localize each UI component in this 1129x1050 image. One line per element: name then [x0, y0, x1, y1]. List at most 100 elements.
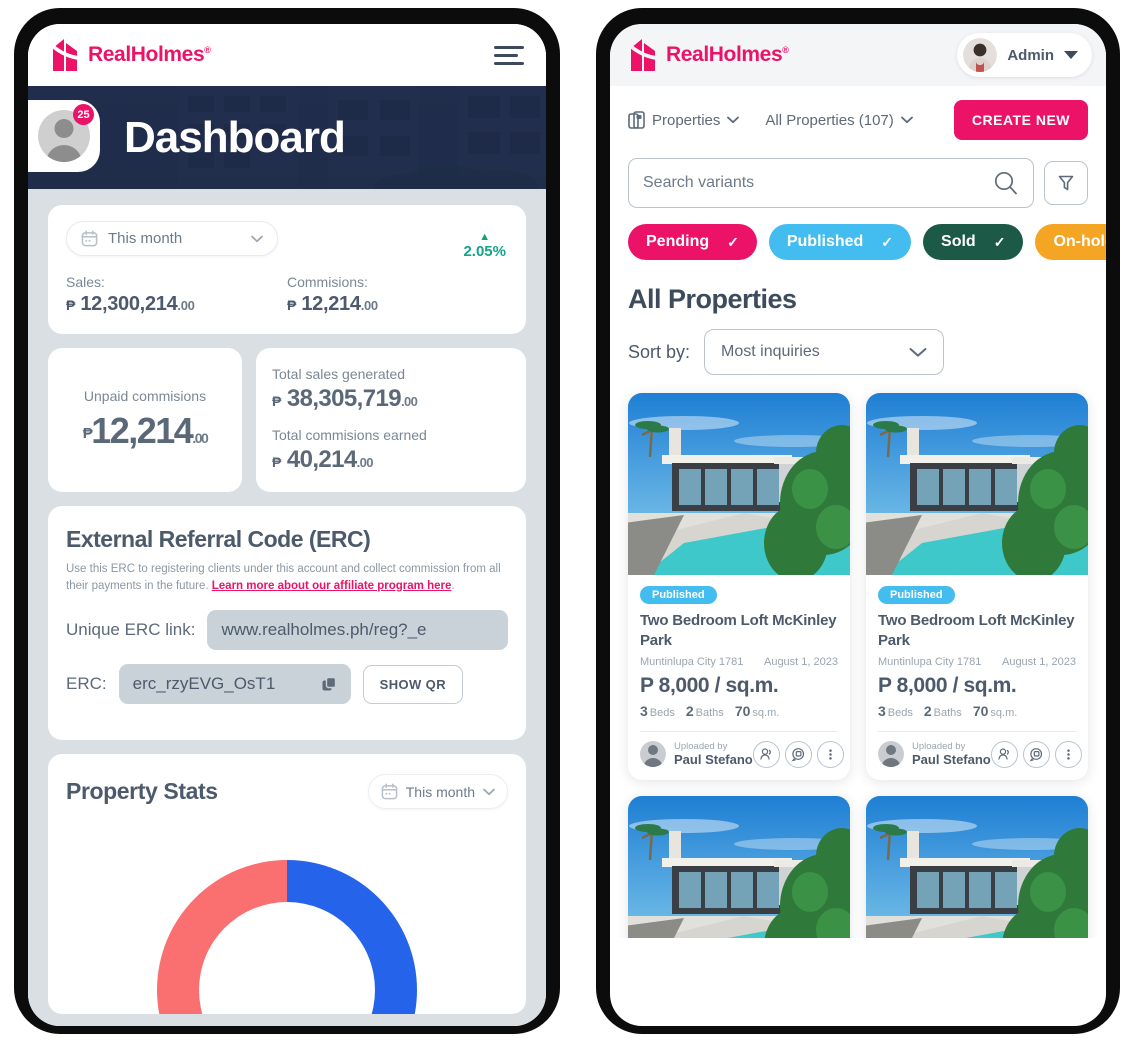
building-icon: [628, 111, 645, 129]
chip-pending[interactable]: Pending ✓: [628, 224, 757, 260]
property-location: Muntinlupa City 1781: [640, 655, 744, 668]
property-cards-grid: Published Two Bedroom Loft McKinley Park…: [628, 393, 1088, 938]
property-stats-donut-chart: [137, 840, 437, 1015]
filter-button[interactable]: [1044, 161, 1088, 205]
chevron-down-icon: [483, 788, 495, 795]
sort-label: Sort by:: [628, 341, 691, 362]
property-stats-header: Property Stats This month: [66, 774, 508, 810]
chip-sold[interactable]: Sold ✓: [923, 224, 1024, 260]
property-card[interactable]: Published Two Bedroom Loft McKinley Park…: [628, 393, 850, 781]
summary-cards-row: Unpaid commisions ₱12,214.00 Total sales…: [48, 348, 526, 492]
nav-properties-label: Properties: [652, 111, 721, 129]
chip-on-hold-label: On-hold: [1053, 233, 1106, 250]
brand-logo-left[interactable]: RealHolmes®: [50, 38, 211, 72]
property-card[interactable]: Published Two Bedroom Loft McKinley Park…: [866, 393, 1088, 781]
chip-published-label: Published: [786, 233, 864, 250]
chevron-down-icon: [909, 347, 927, 357]
kpi-sales-number: 12,300,214: [80, 293, 178, 315]
unpaid-value: ₱12,214.00: [64, 410, 226, 452]
user-menu[interactable]: Admin: [957, 33, 1092, 77]
property-price: P 8,000 / sq.m.: [878, 673, 1017, 697]
sales-summary-card: This month ▲ 2.05% Sales: ₱ 12,300,214.0…: [48, 205, 526, 334]
property-stats-period-select[interactable]: This month: [367, 774, 508, 810]
property-date: August 1, 2023: [1001, 655, 1076, 668]
spec-area: 70 sq.m.: [972, 702, 1018, 719]
property-card-footer: Uploaded by Paul Stefano: [640, 730, 844, 769]
search-box[interactable]: [628, 158, 1034, 208]
dashboard-hero: 25 Dashboard: [28, 86, 546, 189]
property-card-footer: Uploaded by Paul Stefano: [878, 730, 1082, 769]
uploader-avatar: [640, 741, 666, 768]
spec-beds: 3 Beds: [640, 702, 675, 719]
total-commissions-value: ₱ 40,214.00: [272, 446, 510, 474]
kpi-commissions-label: Commisions:: [287, 274, 368, 290]
trend-arrow-icon: ▲: [479, 231, 491, 243]
sales-kpi-row: Sales: ₱ 12,300,214.00 Commisions: ₱ 12,…: [66, 274, 508, 316]
copy-icon[interactable]: [321, 676, 337, 692]
status-filter-chips: Pending ✓ Published ✓ Sold ✓ On-hold ✓: [610, 224, 1106, 278]
property-stats-title: Property Stats: [66, 778, 218, 805]
profile-avatar-tile[interactable]: 25: [28, 100, 100, 172]
property-photo[interactable]: [866, 796, 1088, 938]
create-new-button[interactable]: CREATE NEW: [953, 100, 1088, 140]
show-qr-button[interactable]: SHOW QR: [362, 664, 463, 704]
erc-description: Use this ERC to registering clients unde…: [66, 561, 508, 594]
erc-link-field[interactable]: www.realholmes.ph/reg?_e: [207, 610, 508, 651]
properties-nav: Properties All Properties (107) CREATE N…: [610, 86, 1106, 152]
properties-main: All Properties Sort by: Most inquiries P…: [610, 278, 1106, 938]
card-actions: [990, 740, 1082, 768]
chat-glyph: [791, 748, 804, 762]
total-sales-decimals: .00: [400, 394, 418, 409]
property-photo[interactable]: [628, 796, 850, 938]
users-icon[interactable]: [990, 740, 1018, 768]
brand-logo-right[interactable]: RealHolmes®: [628, 38, 789, 72]
search-input[interactable]: [643, 174, 993, 192]
chip-on-hold[interactable]: On-hold ✓: [1035, 224, 1106, 260]
villa-photo-image: [866, 393, 1088, 575]
hamburger-icon[interactable]: [494, 45, 524, 65]
sort-row: Sort by: Most inquiries: [628, 329, 1088, 375]
property-photo[interactable]: [866, 393, 1088, 575]
brand-name-right: RealHolmes®: [666, 43, 789, 66]
check-icon: ✓: [881, 233, 894, 250]
villa-photo-image: [628, 796, 850, 938]
sort-value: Most inquiries: [721, 343, 820, 360]
more-vertical-icon[interactable]: [816, 740, 844, 768]
nav-all-properties[interactable]: All Properties (107): [765, 111, 913, 129]
kpi-commissions-number: 12,214: [301, 293, 361, 315]
calendar-icon: [381, 783, 398, 800]
sales-period-select[interactable]: This month: [66, 221, 278, 256]
total-sales-label: Total sales generated: [272, 366, 406, 382]
sales-period-label: This month: [108, 230, 183, 247]
chip-pending-label: Pending: [646, 233, 710, 250]
unpaid-commissions-card: Unpaid commisions ₱12,214.00: [48, 348, 242, 492]
unpaid-decimals: .00: [192, 430, 208, 446]
more-vertical-icon[interactable]: [1054, 740, 1082, 768]
uploaded-by-label: Uploaded by: [674, 740, 728, 752]
users-icon[interactable]: [752, 740, 780, 768]
peso-sign: ₱: [287, 297, 297, 313]
check-icon: ✓: [727, 233, 739, 250]
property-stats-period-label: This month: [405, 783, 475, 800]
total-sales-value: ₱ 38,305,719.00: [272, 385, 510, 413]
chip-published[interactable]: Published ✓: [768, 224, 912, 260]
chat-icon[interactable]: [784, 740, 812, 768]
affiliate-program-link[interactable]: Learn more about our affiliate program h…: [212, 580, 452, 592]
property-card[interactable]: [628, 796, 850, 938]
erc-code-row: ERC: erc_rzyEVG_OsT1 SHOW QR: [66, 664, 508, 705]
nav-properties[interactable]: Properties: [628, 111, 740, 129]
nav-all-properties-label: All Properties (107): [765, 111, 894, 129]
donut-chart-svg: [157, 860, 417, 1015]
donut-segment-b: [287, 860, 417, 1015]
total-commissions-label: Total commisions earned: [272, 427, 427, 443]
peso-sign: ₱: [66, 297, 76, 313]
property-card[interactable]: [866, 796, 1088, 938]
sort-select[interactable]: Most inquiries: [704, 329, 945, 375]
more-glyph: [829, 749, 832, 760]
erc-code-field[interactable]: erc_rzyEVG_OsT1: [118, 664, 351, 705]
dashboard-body: This month ▲ 2.05% Sales: ₱ 12,300,214.0…: [28, 189, 546, 1026]
property-photo[interactable]: [628, 393, 850, 575]
search-icon[interactable]: [993, 170, 1019, 196]
chevron-down-icon: [727, 116, 740, 124]
chat-icon[interactable]: [1022, 740, 1050, 768]
